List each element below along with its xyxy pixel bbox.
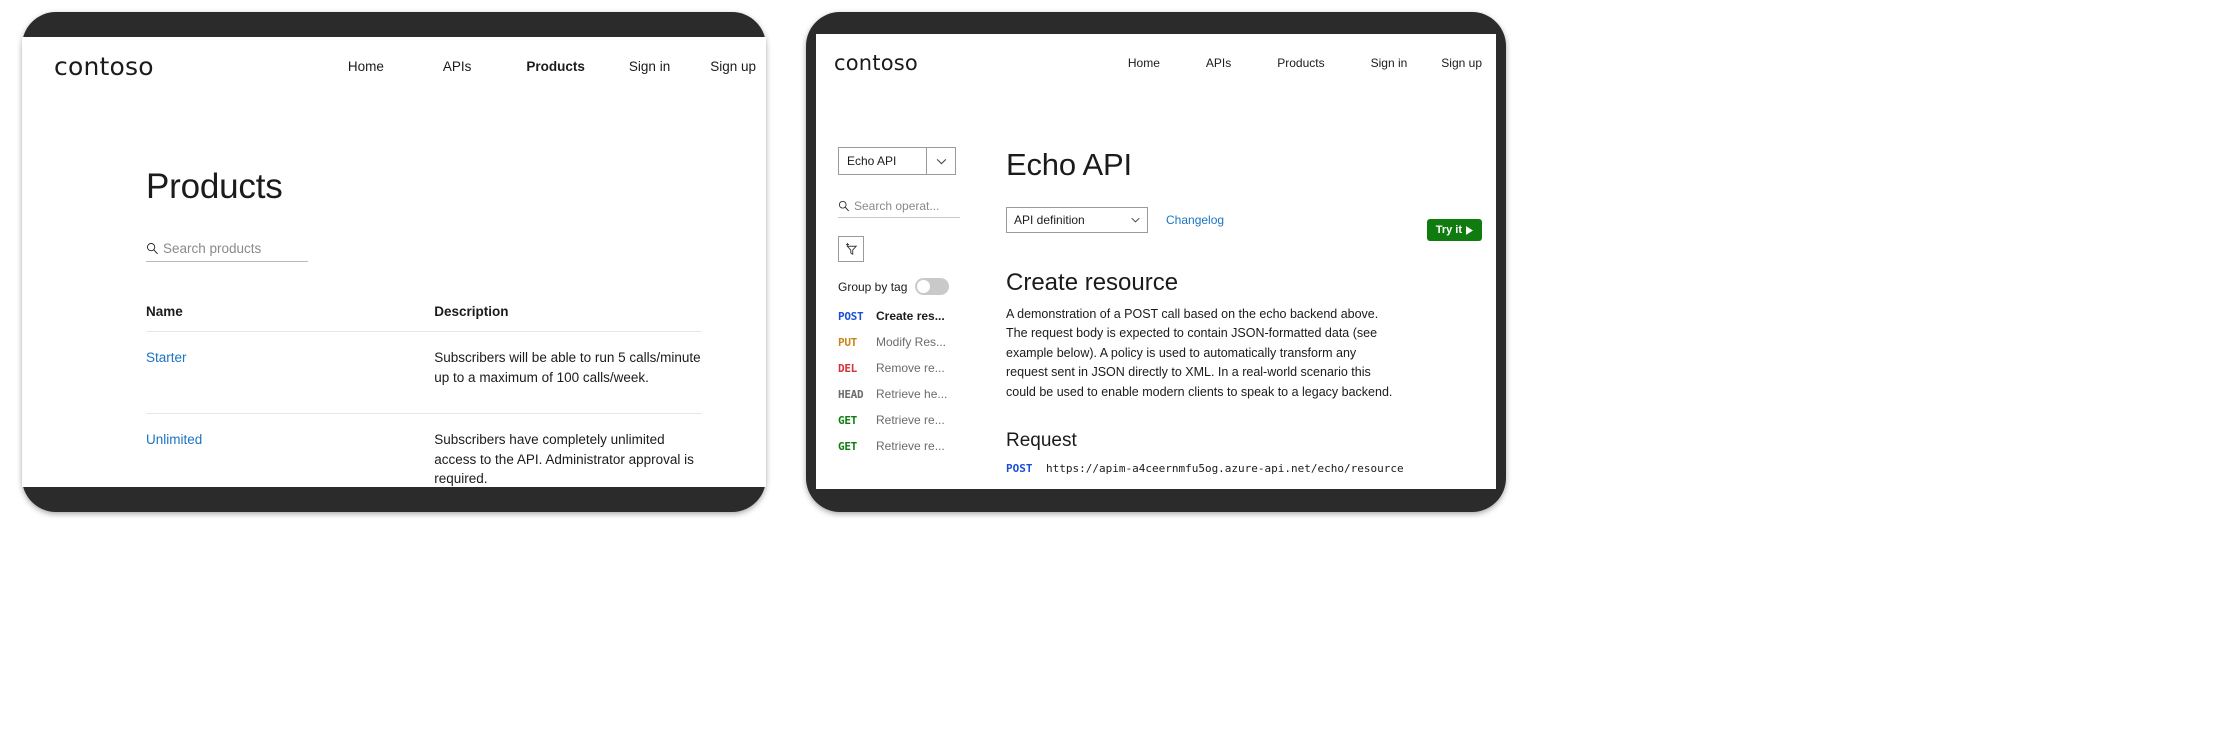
echo-api-page-screen: contoso Home APIs Products Sign in Sign …: [816, 34, 1496, 489]
request-url-row: POST https://apim-a4ceernmfu5og.azure-ap…: [1006, 462, 1496, 475]
nav-item-home[interactable]: Home: [1128, 56, 1160, 70]
navbar-left: contoso Home APIs Products Sign in Sign …: [22, 37, 766, 95]
product-description-cell: Subscribers will be able to run 5 calls/…: [202, 330, 702, 414]
device-frame-right: contoso Home APIs Products Sign in Sign …: [806, 12, 1506, 512]
nav-links-right: Home APIs Products Sign in Sign up: [1128, 56, 1482, 70]
operation-name: Remove re...: [876, 361, 945, 375]
api-definition-select[interactable]: API definition: [1006, 207, 1148, 233]
operation-description: A demonstration of a POST call based on …: [1006, 307, 1393, 399]
http-verb-badge: HEAD: [838, 388, 864, 401]
operation-name: Retrieve re...: [876, 413, 945, 427]
request-url: https://apim-a4ceernmfu5og.azure-api.net…: [1046, 461, 1404, 475]
nav-item-apis[interactable]: APIs: [443, 59, 472, 74]
group-by-tag-row: Group by tag: [838, 278, 990, 295]
api-sidebar: Echo API Search operat... Group by tag P…: [816, 147, 990, 475]
operation-heading: Create resource: [1006, 269, 1179, 296]
nav-item-products[interactable]: Products: [526, 59, 585, 74]
screenshot-stage: contoso Home APIs Products Sign in Sign …: [0, 0, 2213, 732]
device-frame-left: contoso Home APIs Products Sign in Sign …: [22, 12, 766, 512]
http-verb-badge: GET: [838, 440, 857, 453]
search-operations-placeholder: Search operat...: [854, 199, 940, 213]
operation-item-get-retrieve-2[interactable]: GET Retrieve re...: [838, 439, 990, 453]
try-it-label: Try it: [1435, 224, 1462, 236]
group-by-tag-toggle[interactable]: [915, 278, 950, 295]
api-definition-value: API definition: [1014, 213, 1085, 227]
nav-item-products[interactable]: Products: [1277, 56, 1324, 70]
operation-item-put-modify[interactable]: PUT Modify Res...: [838, 335, 990, 349]
nav-item-signin[interactable]: Sign in: [1371, 56, 1408, 70]
nav-item-signin[interactable]: Sign in: [629, 59, 670, 74]
product-link-starter[interactable]: Starter: [146, 350, 187, 365]
operation-item-head-retrieve[interactable]: HEAD Retrieve he...: [838, 387, 990, 401]
operation-item-post-create[interactable]: POST Create res...: [838, 309, 990, 323]
add-filter-icon: [845, 242, 857, 255]
products-page-screen: contoso Home APIs Products Sign in Sign …: [22, 37, 766, 487]
navbar-right: contoso Home APIs Products Sign in Sign …: [816, 34, 1496, 92]
table-header-row: Name Description: [146, 304, 702, 332]
nav-links-left: Home APIs Products Sign in Sign up: [348, 59, 756, 74]
chevron-down-icon: [1131, 217, 1147, 223]
http-verb-badge: GET: [838, 414, 857, 427]
product-description-cell: Subscribers have completely unlimited ac…: [202, 413, 702, 487]
product-name-cell: Unlimited: [146, 413, 203, 487]
api-main: Echo API API definition Changelog Try it: [990, 147, 1496, 475]
api-selector-dropdown[interactable]: Echo API: [838, 147, 956, 175]
operation-name: Create res...: [876, 309, 945, 323]
api-meta-row: API definition Changelog: [1006, 207, 1496, 233]
products-table: Name Description Starter Subscribers wil…: [146, 304, 702, 487]
group-by-tag-label: Group by tag: [838, 279, 908, 294]
column-header-description: Description: [434, 304, 509, 319]
http-verb-badge: PUT: [838, 336, 857, 349]
operation-item-del-remove[interactable]: DEL Remove re...: [838, 361, 990, 375]
http-verb-badge: DEL: [838, 362, 857, 375]
toggle-knob: [917, 280, 931, 293]
operation-name: Retrieve he...: [876, 387, 948, 401]
search-products-placeholder: Search products: [163, 241, 262, 256]
operation-item-get-retrieve-1[interactable]: GET Retrieve re...: [838, 413, 990, 427]
nav-item-apis[interactable]: APIs: [1206, 56, 1231, 70]
changelog-link[interactable]: Changelog: [1166, 213, 1224, 227]
search-icon: [147, 243, 158, 255]
http-verb-badge: POST: [838, 310, 864, 323]
chevron-down-icon: [926, 148, 955, 174]
nav-item-home[interactable]: Home: [348, 59, 384, 74]
table-row: Unlimited Subscribers have completely un…: [146, 413, 702, 487]
add-filter-button[interactable]: [838, 236, 864, 262]
play-icon: [1466, 225, 1473, 235]
search-operations-input[interactable]: Search operat...: [838, 199, 960, 218]
try-it-button[interactable]: Try it: [1426, 219, 1482, 241]
product-name-cell: Starter: [146, 330, 203, 414]
operation-name: Retrieve re...: [876, 439, 945, 453]
api-content: Echo API Search operat... Group by tag P…: [816, 92, 1496, 475]
page-title: Products: [146, 167, 283, 206]
search-icon: [838, 200, 849, 212]
search-products-input[interactable]: Search products: [146, 241, 308, 262]
operations-list: POST Create res... PUT Modify Res... DEL…: [838, 309, 990, 453]
table-row: Starter Subscribers will be able to run …: [146, 330, 702, 414]
brand-logo[interactable]: contoso: [54, 52, 154, 81]
nav-item-signup[interactable]: Sign up: [710, 59, 756, 74]
brand-logo[interactable]: contoso: [834, 51, 918, 75]
request-heading: Request: [1006, 429, 1077, 451]
products-content: Products Search products Name Descriptio…: [22, 167, 766, 487]
product-link-unlimited[interactable]: Unlimited: [146, 432, 202, 447]
nav-item-signup[interactable]: Sign up: [1441, 56, 1482, 70]
api-selector-value: Echo API: [847, 154, 897, 168]
request-http-verb: POST: [1006, 461, 1033, 475]
column-header-name: Name: [146, 304, 183, 319]
api-title: Echo API: [1006, 147, 1132, 182]
operation-name: Modify Res...: [876, 335, 947, 349]
